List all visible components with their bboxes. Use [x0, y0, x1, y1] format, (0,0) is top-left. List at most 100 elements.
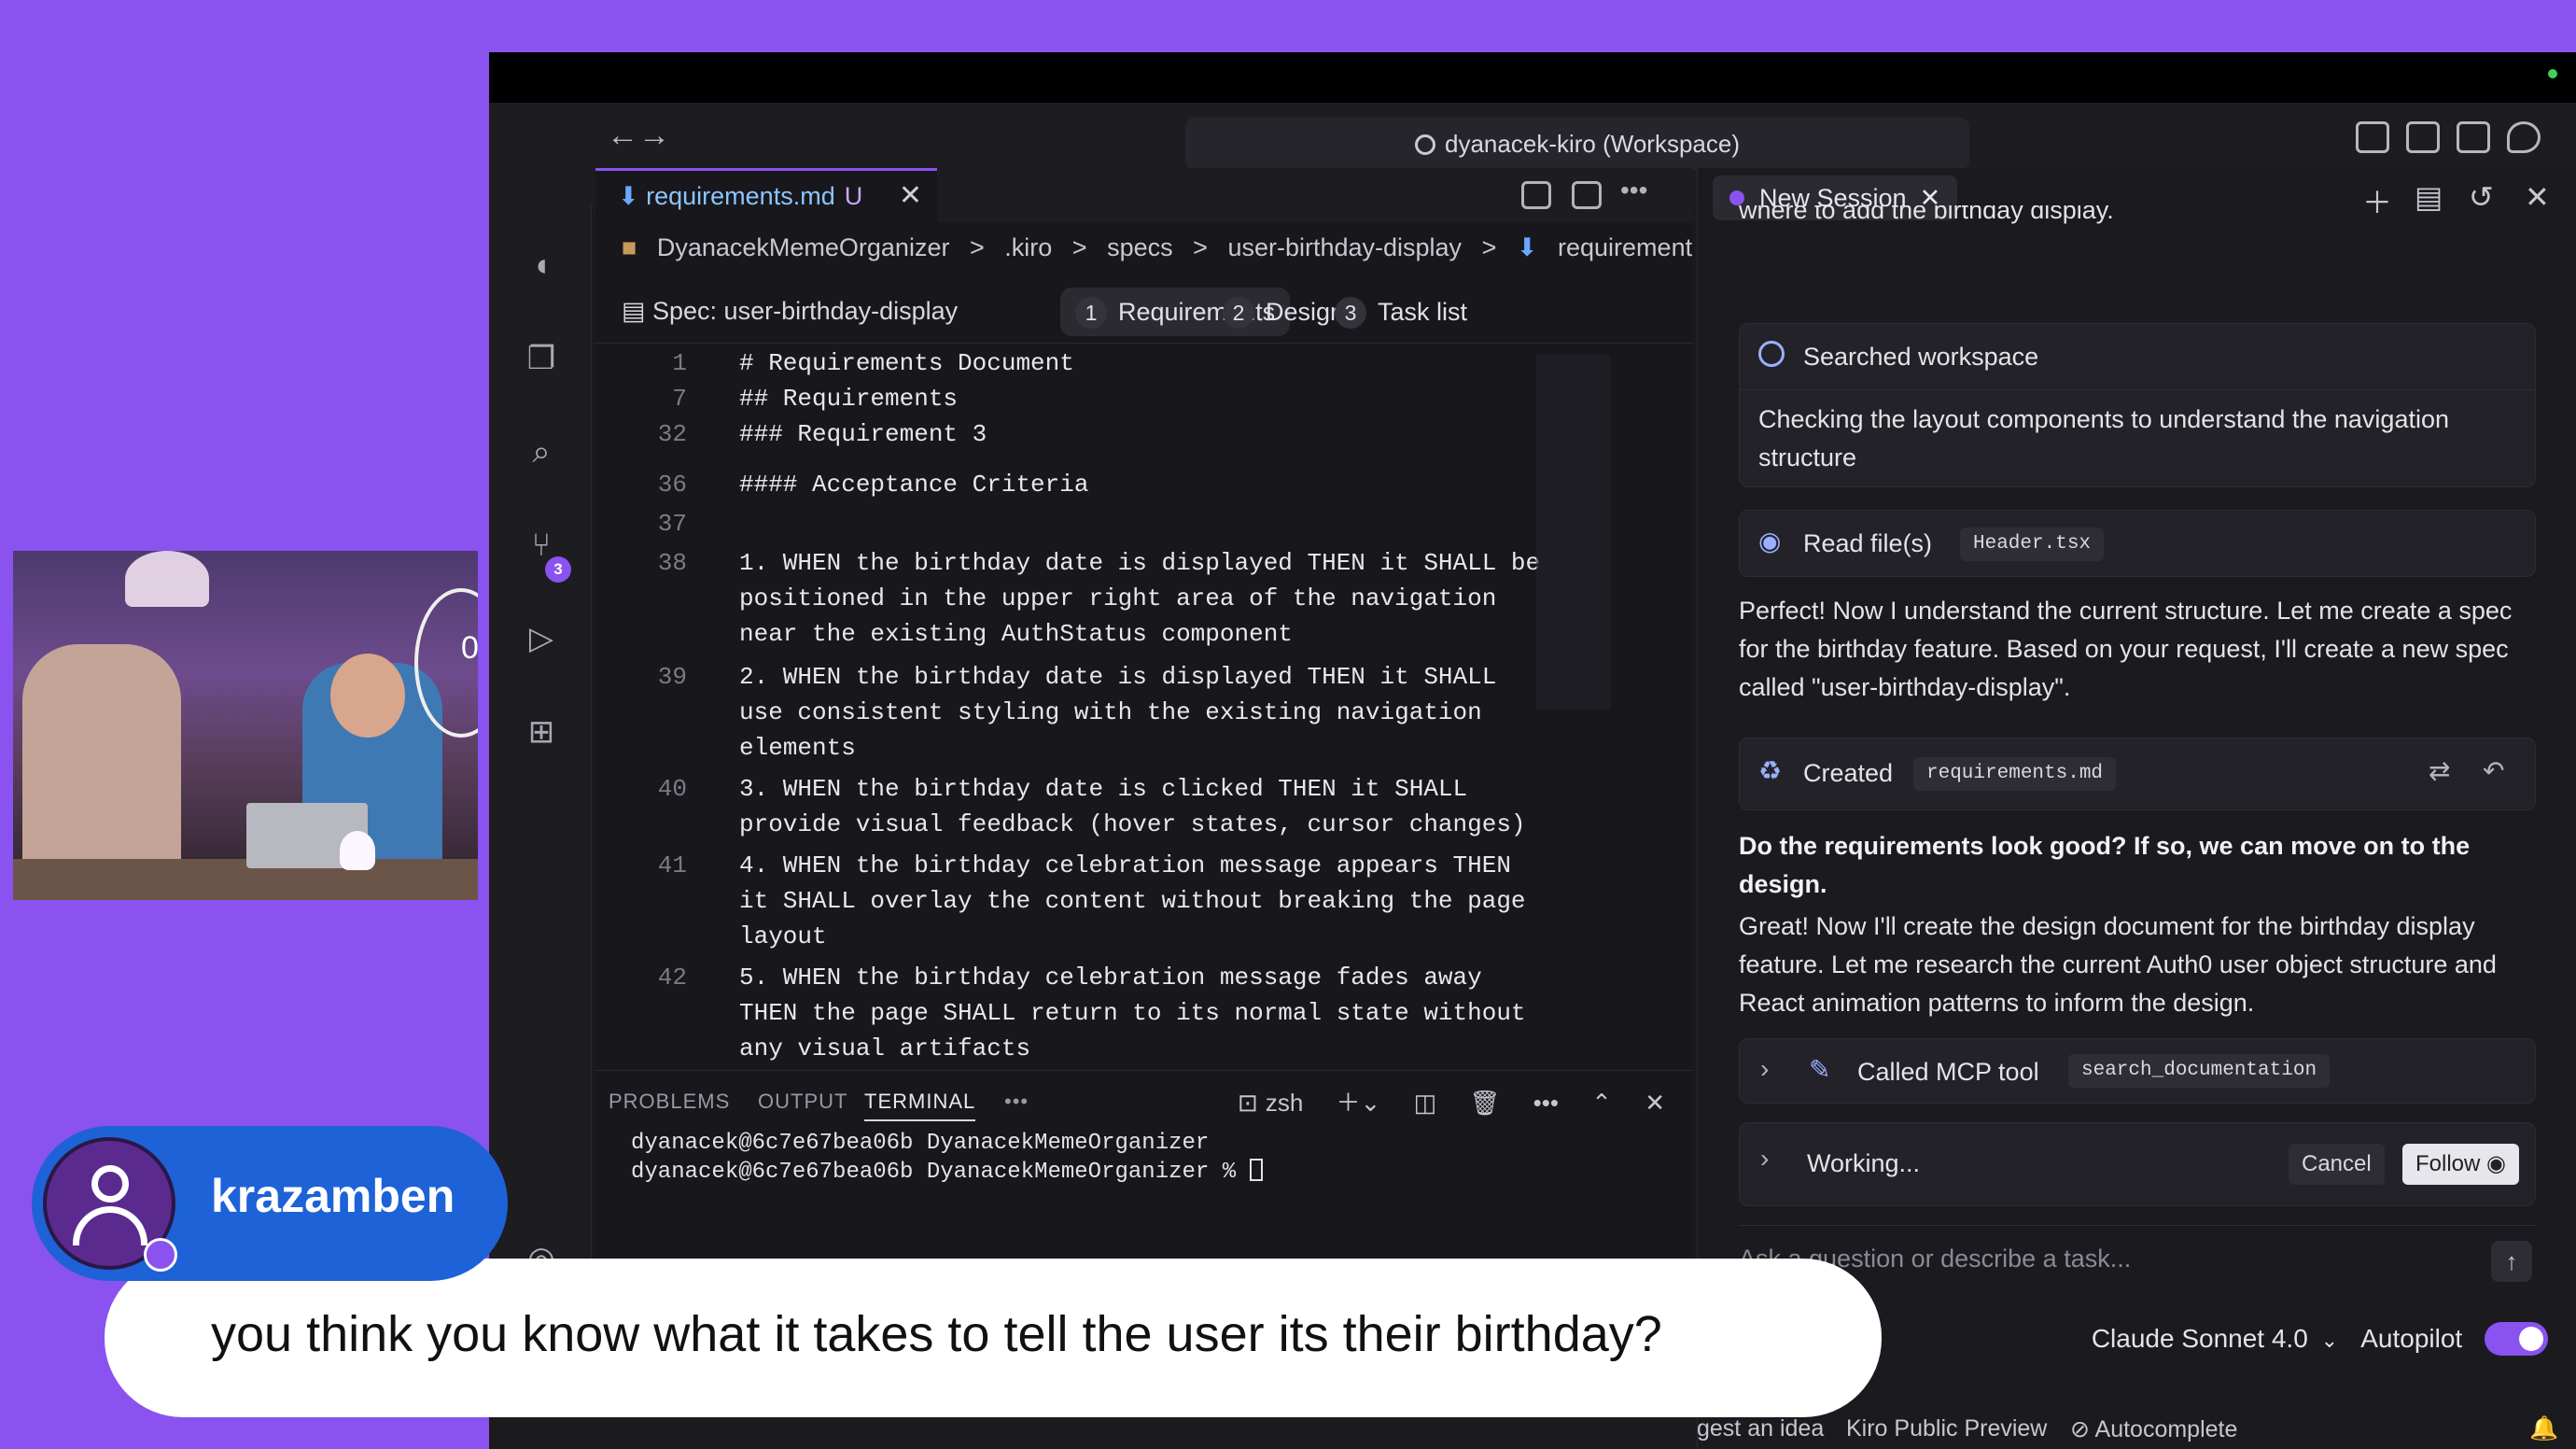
more-actions-icon[interactable]: •••	[1533, 1089, 1559, 1117]
layout-icon[interactable]	[2356, 121, 2389, 153]
terminal-prompt[interactable]: dyanacek@6c7e67bea06b DyanacekMemeOrgani…	[631, 1159, 1263, 1185]
cancel-button[interactable]: Cancel	[2289, 1144, 2385, 1185]
search-icon	[1415, 134, 1436, 155]
tab-label: requirements.md	[646, 182, 835, 210]
line-number: 40	[657, 775, 687, 803]
extensions-icon[interactable]: ⊞	[523, 713, 560, 751]
more-tabs-icon[interactable]: •••	[1004, 1090, 1029, 1114]
line-text: near the existing AuthStatus component	[739, 620, 1293, 648]
divider	[1740, 389, 2535, 390]
caption-text: you think you know what it takes to tell…	[211, 1306, 1662, 1362]
breadcrumb-item[interactable]: user-birthday-display	[1227, 233, 1462, 261]
code-line: 37	[594, 506, 1527, 542]
autocomplete-label: Autocomplete	[2094, 1416, 2238, 1442]
session-dot-icon	[1729, 190, 1744, 205]
close-icon[interactable]: ✕	[899, 171, 922, 221]
user-body-icon	[73, 1206, 147, 1245]
spec-label: ▤ Spec: user-birthday-display	[622, 297, 958, 326]
new-terminal-icon[interactable]: ＋⌄	[1337, 1089, 1381, 1117]
explorer-icon[interactable]: ❐	[523, 340, 560, 377]
line-text: 3. WHEN the birthday date is clicked THE…	[739, 775, 1468, 803]
avatar	[43, 1137, 177, 1272]
line-number: 7	[672, 385, 687, 413]
autocomplete-icon: ⊘	[2070, 1416, 2095, 1442]
more-actions-icon[interactable]: •••	[1620, 176, 1647, 205]
card-title: Searched workspace	[1803, 343, 2039, 371]
window-top-strip	[489, 52, 2576, 103]
suggest-idea-item[interactable]: gest an idea	[1697, 1415, 1824, 1442]
desk	[13, 859, 478, 900]
autocomplete-item[interactable]: ⊘ Autocomplete	[2070, 1415, 2237, 1443]
minimap[interactable]	[1536, 355, 1611, 710]
maximize-panel-icon[interactable]: ⌃	[1591, 1089, 1612, 1117]
tool-pill[interactable]: search_documentation	[2068, 1054, 2331, 1088]
breadcrumb-item[interactable]: specs	[1107, 233, 1173, 261]
line-text: provide visual feedback (hover states, c…	[739, 810, 1526, 838]
mcp-tool-card[interactable]: › ✎ Called MCP tool search_documentation	[1739, 1038, 2536, 1104]
code-line: 32 ### Requirement 3	[594, 416, 1527, 452]
code-line: 42 5. WHEN the birthday celebration messa…	[594, 960, 1527, 995]
chat-toggle-icon[interactable]	[2507, 121, 2541, 153]
command-center-search[interactable]: dyanacek-kiro (Workspace)	[1185, 118, 1969, 170]
tab-terminal[interactable]: TERMINAL	[864, 1090, 976, 1121]
breadcrumb-item[interactable]: DyanacekMemeOrganizer	[657, 233, 950, 261]
toggle-sidebar-icon[interactable]	[2406, 121, 2440, 153]
chevron-right-icon[interactable]: ›	[1760, 1144, 1769, 1174]
terminal-line: dyanacek@6c7e67bea06b DyanacekMemeOrgani…	[631, 1131, 1210, 1156]
working-card: › Working... Cancel Follow ◉	[1739, 1122, 2536, 1206]
step-task-list[interactable]: 3 Task list	[1320, 288, 1482, 336]
kiro-preview-item[interactable]: Kiro Public Preview	[1846, 1415, 2047, 1442]
code-line: THEN the page SHALL return to its normal…	[594, 995, 1527, 1031]
line-text: 1. WHEN the birthday date is displayed T…	[739, 549, 1541, 577]
code-editor[interactable]: 1 # Requirements Document 7 ## Requirements…	[594, 345, 1540, 1062]
follow-label: Follow	[2415, 1151, 2481, 1176]
send-button[interactable]: ↑	[2491, 1241, 2532, 1282]
breadcrumb-separator: >	[1071, 233, 1087, 261]
breadcrumb-item[interactable]: requirement	[1558, 233, 1692, 261]
card-title: Created	[1803, 759, 1894, 787]
tab-requirements-md[interactable]: ⬇ requirements.md U ✕	[595, 168, 937, 222]
follow-button[interactable]: Follow ◉	[2402, 1144, 2519, 1185]
eye-icon: ◉	[2480, 1151, 2506, 1176]
shell-name[interactable]: zsh	[1266, 1089, 1303, 1117]
run-debug-icon[interactable]: ▷	[523, 620, 560, 657]
forward-arrow-icon[interactable]: →	[638, 118, 670, 154]
close-panel-icon[interactable]: ✕	[1645, 1089, 1665, 1117]
code-line: 1 # Requirements Document	[594, 345, 1527, 381]
line-text: ## Requirements	[739, 385, 959, 413]
split-editor-icon[interactable]	[1572, 181, 1602, 209]
file-pill[interactable]: Header.tsx	[1960, 528, 2105, 561]
user-head-icon	[91, 1165, 129, 1203]
read-files-card[interactable]: ◉ Read file(s) Header.tsx	[1739, 510, 2536, 577]
line-text: it SHALL overlay the content without bre…	[739, 887, 1526, 915]
caption-bubble: you think you know what it takes to tell…	[105, 1259, 1882, 1417]
username: krazamben	[211, 1170, 455, 1222]
card-title: Called MCP tool	[1857, 1058, 2039, 1086]
notifications-icon[interactable]: 🔔	[2529, 1415, 2558, 1442]
compare-icon[interactable]: ⇄	[2429, 755, 2450, 786]
line-text: layout	[739, 922, 827, 950]
trash-icon[interactable]: 🗑	[1469, 1089, 1500, 1117]
tab-output[interactable]: OUTPUT	[758, 1090, 847, 1114]
code-line: 36 #### Acceptance Criteria	[594, 467, 1527, 502]
line-text: elements	[739, 734, 856, 762]
split-terminal-icon[interactable]: ◫	[1414, 1089, 1437, 1117]
user-pill: krazamben	[32, 1126, 508, 1281]
code-line: near the existing AuthStatus component	[594, 616, 1527, 652]
line-number: 1	[672, 349, 687, 377]
back-arrow-icon[interactable]: ←	[607, 118, 638, 154]
search-icon[interactable]: ⌕	[523, 433, 560, 471]
file-pill[interactable]: requirements.md	[1913, 757, 2117, 791]
revert-icon[interactable]: ↶	[2483, 755, 2504, 786]
markdown-file-icon: ⬇	[1516, 233, 1538, 261]
created-file-card[interactable]: ♻ Created requirements.md ⇄ ↶	[1739, 738, 2536, 810]
tab-problems[interactable]: PROBLEMS	[609, 1090, 730, 1114]
preview-icon[interactable]	[1521, 181, 1551, 209]
line-text: 2. WHEN the birthday date is displayed T…	[739, 663, 1497, 691]
kiro-ghost-icon[interactable]: ◖	[523, 246, 560, 284]
chevron-right-icon[interactable]: ›	[1760, 1054, 1769, 1084]
toggle-panel-icon[interactable]	[2457, 121, 2490, 153]
line-text: THEN the page SHALL return to its normal…	[739, 999, 1526, 1027]
spec-workflow-bar: ▤ Spec: user-birthday-display 1 Requireme…	[594, 280, 1693, 344]
breadcrumb-item[interactable]: .kiro	[1004, 233, 1052, 261]
